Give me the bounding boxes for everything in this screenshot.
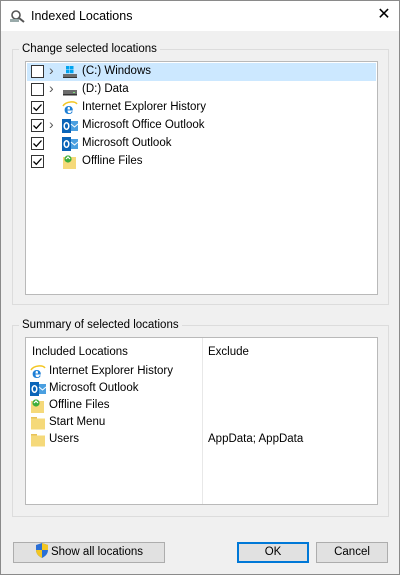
summary-row: Offline Files (30, 398, 370, 415)
folder-icon (30, 415, 46, 431)
outlook-icon (62, 136, 79, 152)
location-label: Internet Explorer History (82, 101, 206, 113)
summary-row: Start Menu (30, 415, 370, 432)
summary-row: e Internet Explorer History (30, 364, 370, 382)
location-row[interactable]: Offline Files (27, 153, 376, 171)
summary-label: Summary of selected locations (19, 319, 182, 331)
location-checkbox[interactable] (31, 119, 44, 132)
indexed-locations-dialog: Indexed Locations ✕ Change selected loca… (0, 0, 400, 575)
exclude-value: AppData; AppData (208, 433, 304, 445)
show-all-label: Show all locations (50, 546, 144, 558)
folder-icon (30, 432, 46, 448)
included-location-label: Start Menu (49, 416, 106, 428)
outlook-icon (62, 118, 79, 134)
show-all-locations-button[interactable]: Show all locations (13, 542, 165, 563)
location-checkbox[interactable] (31, 137, 44, 150)
internet-explorer-icon: e (30, 364, 46, 382)
chevron-right-icon[interactable]: › (49, 116, 54, 132)
cancel-button[interactable]: Cancel (316, 542, 388, 563)
chevron-right-icon[interactable]: › (49, 80, 54, 96)
locations-tree[interactable]: › (C:) Windows › (D:) Data e Internet Explore… (25, 61, 378, 295)
summary-row: Users AppData; AppData (30, 432, 370, 449)
title-bar: Indexed Locations ✕ (1, 1, 399, 31)
location-checkbox[interactable] (31, 155, 44, 168)
summary-group: Summary of selected locations Included L… (12, 319, 389, 517)
offline-files-icon (30, 398, 46, 414)
checkmark-icon (33, 104, 42, 112)
shield-icon (35, 543, 49, 565)
change-locations-group: Change selected locations › (C:) Windows ›… (12, 43, 389, 305)
checkmark-icon (33, 140, 42, 148)
drive-icon (62, 82, 78, 98)
location-checkbox[interactable] (31, 65, 44, 78)
chevron-right-icon[interactable]: › (49, 62, 54, 78)
location-row[interactable]: Microsoft Outlook (27, 135, 376, 153)
window-title: Indexed Locations (31, 9, 133, 23)
checkmark-icon (33, 122, 42, 130)
summary-list: Included Locations Exclude e Internet Exp… (25, 337, 378, 505)
checkmark-icon (33, 158, 42, 166)
offline-files-icon (62, 154, 78, 170)
indexing-icon (10, 9, 26, 23)
location-label: Microsoft Office Outlook (82, 119, 205, 131)
included-location-label: Microsoft Outlook (49, 382, 139, 394)
location-label: Microsoft Outlook (82, 137, 172, 149)
change-locations-label: Change selected locations (19, 43, 160, 55)
summary-row: Microsoft Outlook (30, 381, 370, 398)
included-column-header: Included Locations (32, 346, 128, 358)
close-button[interactable]: ✕ (369, 1, 399, 31)
included-location-label: Users (49, 433, 80, 445)
included-location-label: Internet Explorer History (49, 365, 173, 377)
location-row[interactable]: › (C:) Windows (27, 62, 376, 81)
location-row[interactable]: › (D:) Data (27, 80, 376, 99)
windows-drive-icon (62, 64, 78, 80)
location-row[interactable]: e Internet Explorer History (27, 99, 376, 118)
ok-button[interactable]: OK (237, 542, 309, 563)
location-checkbox[interactable] (31, 101, 44, 114)
cancel-label: Cancel (334, 546, 370, 558)
location-label: (D:) Data (82, 83, 129, 95)
location-checkbox[interactable] (31, 83, 44, 96)
location-label: Offline Files (82, 155, 143, 167)
location-row[interactable]: › Microsoft Office Outlook (27, 116, 376, 135)
ok-label: OK (264, 546, 282, 558)
location-label: (C:) Windows (82, 65, 152, 77)
outlook-icon (30, 381, 47, 397)
included-location-label: Offline Files (49, 399, 110, 411)
exclude-column-header: Exclude (208, 346, 249, 358)
internet-explorer-icon: e (62, 100, 78, 118)
